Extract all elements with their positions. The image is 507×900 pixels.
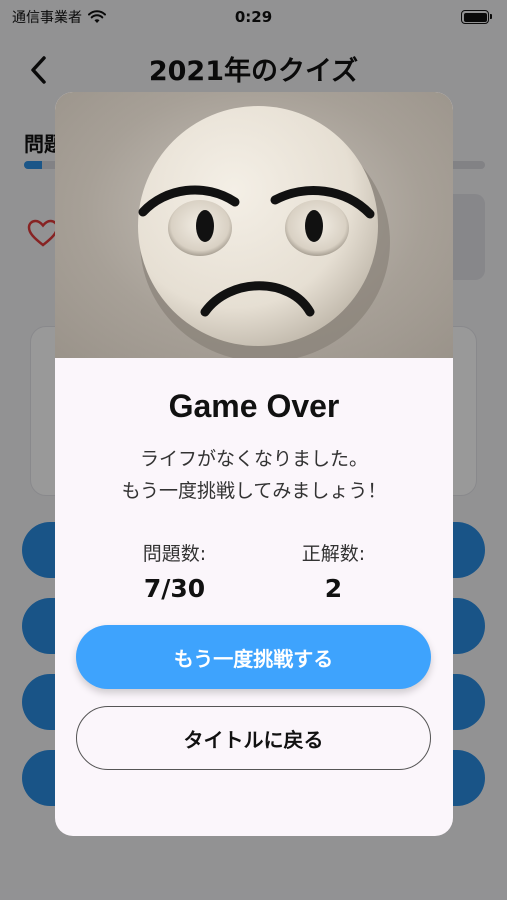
result-stats: 問題数: 7/30 正解数: 2 — [55, 539, 453, 603]
questions-stat: 問題数: 7/30 — [100, 539, 250, 603]
game-over-dialog: Game Over ライフがなくなりました。 もう一度挑戦してみましょう！ 問題… — [55, 92, 453, 836]
dialog-message-line-2: もう一度挑戦してみましょう！ — [121, 480, 387, 502]
questions-value: 7/30 — [143, 574, 206, 603]
dialog-message: ライフがなくなりました。 もう一度挑戦してみましょう！ — [55, 443, 453, 507]
questions-label: 問題数: — [142, 543, 207, 565]
correct-stat: 正解数: 2 — [259, 539, 409, 603]
dialog-title: Game Over — [168, 388, 340, 424]
correct-label: 正解数: — [301, 543, 366, 565]
back-to-title-button[interactable]: タイトルに戻る — [76, 706, 431, 770]
dialog-message-line-1: ライフがなくなりました。 — [139, 448, 368, 470]
frowning-face-icon — [138, 106, 390, 358]
retry-button[interactable]: もう一度挑戦する — [76, 625, 431, 689]
correct-value: 2 — [324, 574, 343, 603]
frowning-face-image — [55, 92, 453, 358]
